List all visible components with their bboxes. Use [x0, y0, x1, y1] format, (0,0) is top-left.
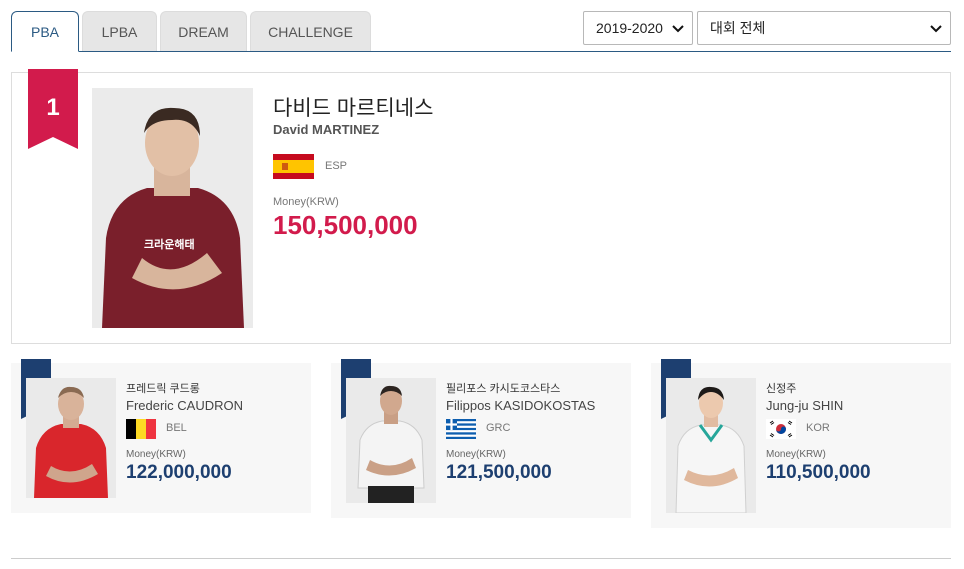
svg-text:크라운해태: 크라운해태 — [144, 237, 195, 251]
country-code: BEL — [166, 422, 187, 434]
player-photo — [346, 378, 436, 503]
tab-pba[interactable]: PBA — [11, 11, 79, 52]
belgium-flag-icon — [126, 419, 156, 439]
event-select[interactable]: 대회 전체 — [697, 11, 951, 45]
tab-underline — [11, 51, 951, 52]
korea-flag-icon — [766, 419, 796, 439]
tab-lpba[interactable]: LPBA — [82, 11, 157, 51]
rank-2-card[interactable]: 2 프레드릭 쿠드롱 Frederic CAUDRON BEL Money(KR… — [11, 359, 311, 513]
section-divider — [11, 558, 951, 559]
tab-challenge[interactable]: CHALLENGE — [250, 11, 371, 51]
player-name-korean: 프레드릭 쿠드롱 — [126, 383, 200, 395]
tab-dream[interactable]: DREAM — [160, 11, 247, 51]
player-name-english: Jung-ju SHIN — [766, 398, 844, 413]
money-label: Money(KRW) — [766, 449, 826, 460]
spain-flag-icon — [273, 154, 314, 179]
money-label: Money(KRW) — [273, 196, 339, 208]
money-label: Money(KRW) — [126, 449, 186, 460]
rank-number: 1 — [46, 94, 60, 121]
chevron-down-icon — [672, 25, 684, 33]
country-code: GRC — [486, 422, 511, 434]
country-code: ESP — [325, 160, 348, 172]
chevron-down-icon — [930, 25, 942, 33]
player-name-english: Filippos KASIDOKOSTAS — [446, 398, 596, 413]
player-name-korean: 신정주 — [766, 383, 797, 395]
prize-money: 110,500,000 — [766, 462, 871, 483]
player-photo: 크라운해태 — [92, 88, 253, 328]
event-select-value: 대회 전체 — [710, 20, 766, 36]
player-name-english: David MARTINEZ — [273, 122, 380, 137]
category-tabs: PBA LPBA DREAM CHALLENGE — [11, 11, 374, 52]
rank-4-card[interactable]: 4 신정주 Jung-ju SHIN KOR Money(KRW) 110,50… — [651, 359, 951, 528]
money-label: Money(KRW) — [446, 449, 506, 460]
player-name-english: Frederic CAUDRON — [126, 398, 244, 413]
rank-1-card[interactable]: 1 크라운해태 다비드 마르티네스 David MARTINEZ ESP Mon… — [11, 69, 951, 344]
rank-badge: 1 — [28, 69, 78, 149]
season-select[interactable]: 2019-2020 — [583, 11, 693, 45]
prize-money: 121,500,000 — [446, 462, 552, 483]
player-photo — [26, 378, 116, 498]
prize-money: 150,500,000 — [273, 210, 418, 240]
country-code: KOR — [806, 422, 830, 434]
prize-money: 122,000,000 — [126, 462, 232, 483]
greece-flag-icon — [446, 419, 476, 439]
rank-3-card[interactable]: 3 필리포스 카시도코스타스 Filippos KASIDOKOSTAS GRC… — [331, 359, 631, 518]
player-name-korean: 다비드 마르티네스 — [273, 97, 434, 120]
player-name-korean: 필리포스 카시도코스타스 — [446, 383, 561, 395]
season-select-value: 2019-2020 — [596, 20, 663, 36]
player-photo — [666, 378, 756, 513]
